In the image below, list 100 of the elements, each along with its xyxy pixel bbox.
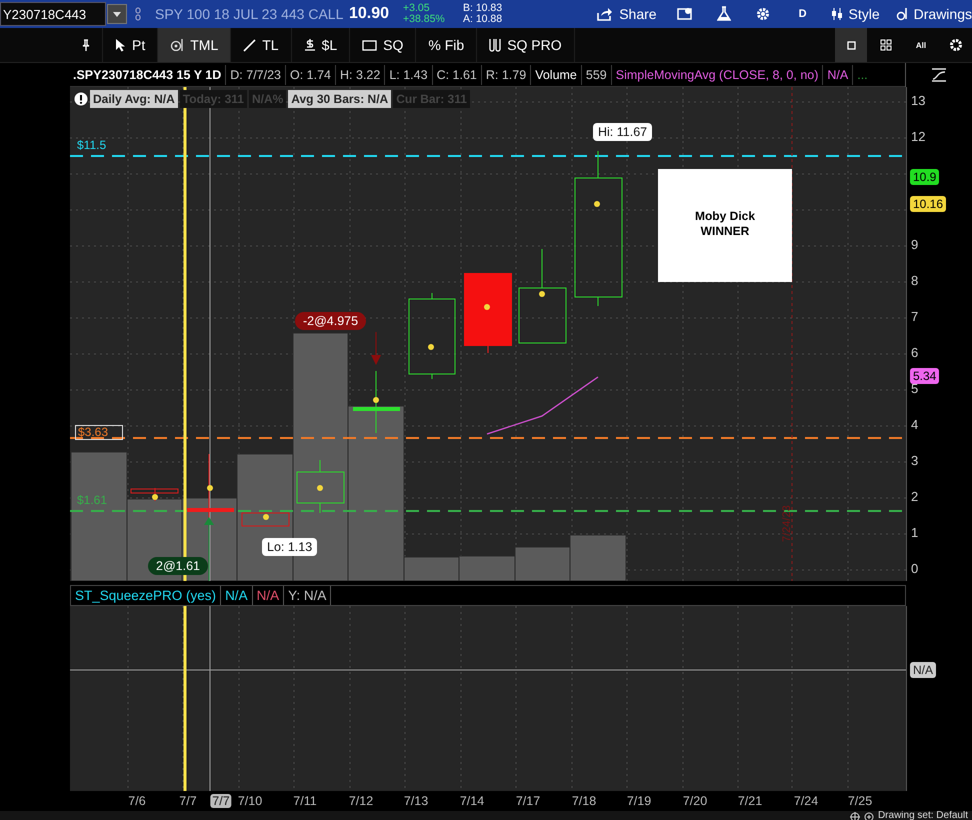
alert-icon[interactable] <box>74 92 88 106</box>
price-tick: 3 <box>911 453 918 468</box>
up-arrow-icon <box>204 517 214 581</box>
price-level-line[interactable] <box>70 155 902 157</box>
crosshair-icon[interactable] <box>850 811 860 820</box>
price-tick: 7 <box>911 309 918 324</box>
price-tick: 9 <box>911 237 918 252</box>
date-label: 7/10 <box>236 794 264 808</box>
price-tick: 2 <box>911 489 918 504</box>
down-arrow-icon <box>371 332 381 365</box>
close-dot <box>428 344 434 350</box>
ask-price: A: 10.88 <box>463 14 502 25</box>
note-text: Moby Dick <box>694 209 755 224</box>
drawing-tool-button[interactable]: SQ <box>350 28 416 62</box>
price-bubble: Hi: 11.67 <box>593 123 652 141</box>
date-label: 7/24 <box>792 794 820 808</box>
price-tick: 8 <box>911 273 918 288</box>
aggregation-button[interactable]: D <box>790 0 815 28</box>
settings-icon[interactable] <box>754 6 771 22</box>
more-studies[interactable]: ... <box>853 64 872 84</box>
settings-icon <box>948 37 964 53</box>
layout-button[interactable] <box>835 28 867 62</box>
chart-style-icon[interactable] <box>931 68 948 82</box>
price-tick: 0 <box>911 561 918 576</box>
share-button[interactable]: Share <box>589 0 665 28</box>
symbol-dropdown-button[interactable] <box>107 4 127 24</box>
value-tag: N/A <box>910 662 936 678</box>
link-icon[interactable] <box>135 7 141 21</box>
price-tag: 10.9 <box>910 169 940 185</box>
close-dot <box>263 514 269 520</box>
date-label: 7/7 <box>178 794 198 808</box>
candlestick <box>130 488 178 502</box>
price-tag: 5.34 <box>910 368 940 384</box>
drawing-tool-button[interactable]: % Fib <box>416 28 478 62</box>
price-tick: 5 <box>911 381 918 396</box>
drawing-tool-button[interactable]: TL <box>231 28 292 62</box>
study-name: SimpleMovingAvg (CLOSE, 8, 0, no) <box>612 64 824 84</box>
layout-button[interactable]: All <box>905 28 937 62</box>
date-label: 7/17 <box>514 794 542 808</box>
close-dot <box>317 485 323 491</box>
date-label: 7/14 <box>458 794 486 808</box>
trade-marker: -2@4.975 <box>295 312 366 330</box>
study-value: Y: N/A <box>284 586 332 605</box>
price-tick: 6 <box>911 345 918 360</box>
drawings-button[interactable]: Drawings <box>888 0 972 28</box>
drawing-set-label[interactable]: Drawing set: Default <box>878 811 968 820</box>
note-text: WINNER <box>700 224 750 239</box>
note-card[interactable]: Moby Dick WINNER <box>658 169 792 282</box>
date-label: 7/13 <box>402 794 430 808</box>
last-price: 10.90 <box>349 5 390 23</box>
drawing-tool-button[interactable]: TML <box>158 28 232 62</box>
date-label: 7/21 <box>736 794 764 808</box>
date-label: 7/7 <box>210 794 232 808</box>
price-tick: 1 <box>911 525 918 540</box>
ohlc-value: C: 1.61 <box>432 64 482 84</box>
share-icon <box>597 7 614 21</box>
caret-icon <box>113 12 121 16</box>
price-level-label: $3.63 <box>75 425 123 440</box>
close-dot <box>152 494 158 500</box>
study-value: N/A <box>823 64 854 84</box>
bid-price: B: 10.83 <box>463 3 502 14</box>
zoom-icon[interactable] <box>864 811 874 820</box>
drawing-tool-icon <box>896 7 908 21</box>
price-level-label: $11.5 <box>77 139 106 152</box>
ohlc-value: R: 1.79 <box>482 64 532 84</box>
style-button[interactable]: Style <box>822 0 888 28</box>
volume-label: Volume <box>531 64 582 84</box>
candlestick <box>353 370 400 434</box>
net-change: +3.05 <box>403 3 431 14</box>
volume-value: 559 <box>582 64 612 84</box>
date-label: 7/18 <box>570 794 598 808</box>
drawing-tool-button[interactable]: $L <box>292 28 350 62</box>
close-dot <box>207 485 213 491</box>
rectangle-icon <box>362 40 378 50</box>
chart-window-icon[interactable] <box>676 7 693 21</box>
date-label: 7/25 <box>846 794 874 808</box>
price-bubble: Lo: 1.13 <box>262 538 318 556</box>
price-level-line[interactable] <box>70 437 902 439</box>
price-tick: 12 <box>911 129 926 144</box>
time-marker-line[interactable] <box>184 606 186 791</box>
volume-stat: Avg 30 Bars: N/A <box>288 90 392 108</box>
date-label: 7/6 <box>127 794 147 808</box>
price-tick: 4 <box>911 417 918 432</box>
ohlc-value: D: 7/7/23 <box>226 64 286 84</box>
circle-line-icon <box>170 39 184 51</box>
symbol-field[interactable]: Y230718C443 <box>0 2 106 26</box>
price-tag: 10.16 <box>910 196 946 212</box>
candlestick <box>242 512 290 526</box>
single-pane-icon <box>846 40 856 50</box>
pointer-icon <box>115 38 126 52</box>
pin-icon <box>82 39 90 51</box>
close-dot <box>484 304 490 310</box>
study-value: N/A <box>221 586 253 605</box>
candles-icon <box>830 7 843 21</box>
drawing-tool-button[interactable]: SQ PRO <box>477 28 575 62</box>
percent-change: +38.85% <box>403 14 446 25</box>
candlestick <box>296 460 344 514</box>
price-level-line[interactable] <box>70 510 902 512</box>
volume-stat: Daily Avg: N/A <box>90 90 178 108</box>
study-name: ST_SqueezePRO (yes) <box>71 586 222 605</box>
